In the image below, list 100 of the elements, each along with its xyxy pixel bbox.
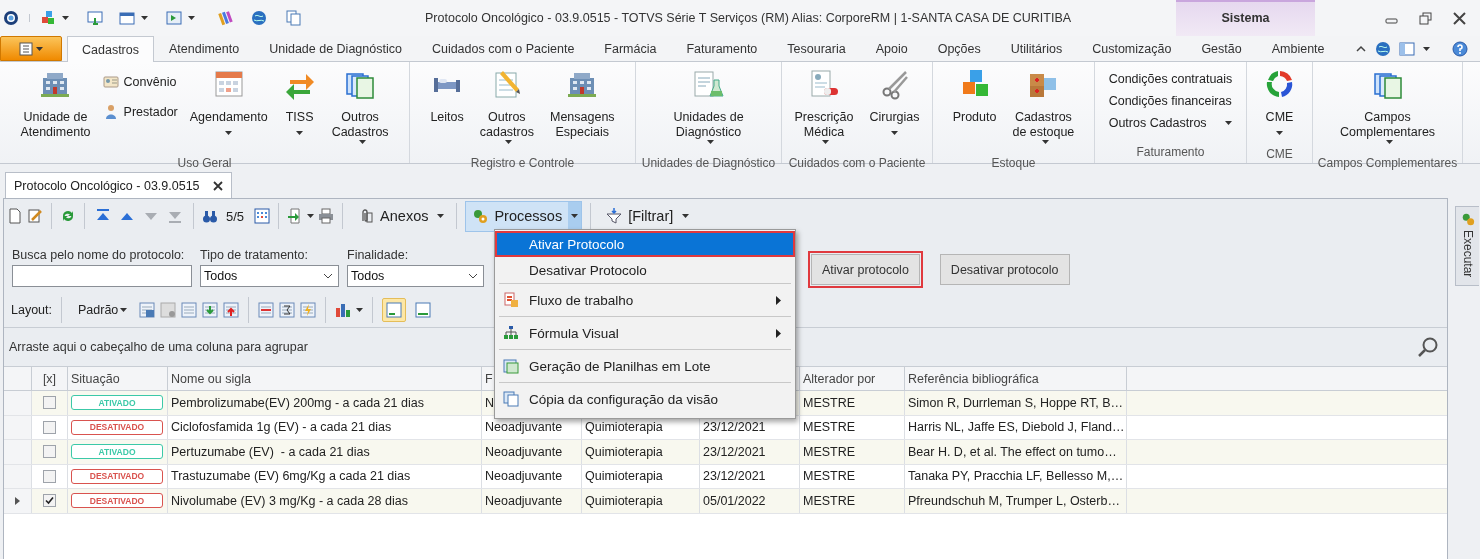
dropdown-field[interactable]: Todos: [200, 265, 339, 287]
toolbar-button[interactable]: Anexos: [351, 200, 449, 232]
menu-item[interactable]: Fórmula Visual: [495, 317, 795, 349]
close-icon[interactable]: [212, 180, 223, 191]
globe-icon[interactable]: [1375, 40, 1391, 57]
caret-icon[interactable]: [296, 131, 304, 135]
globe-icon[interactable]: [251, 10, 267, 26]
bar-chart-icon[interactable]: [335, 302, 352, 318]
caret-icon[interactable]: [1423, 46, 1430, 51]
grid-view-icon[interactable]: [386, 302, 403, 318]
ribbon-button[interactable]: Condições contratuais: [1108, 72, 1233, 86]
checkbox[interactable]: [43, 445, 56, 459]
menu-item[interactable]: Fluxo de trabalho: [495, 284, 795, 316]
caret-icon[interactable]: [225, 131, 233, 135]
ribbon-button[interactable]: Campos Complementares: [1335, 66, 1440, 156]
caret-icon[interactable]: [141, 16, 148, 20]
window-icon[interactable]: [119, 10, 135, 26]
ribbon-tab[interactable]: Tesouraria: [772, 36, 861, 61]
caret-icon[interactable]: [1041, 140, 1049, 144]
document-tab[interactable]: Protocolo Oncológico - 03.9.0515: [5, 172, 232, 198]
ribbon-tab[interactable]: Ambiente: [1256, 36, 1340, 61]
ribbon-button[interactable]: Outros Cadastros: [1108, 116, 1233, 130]
ribbon-button[interactable]: Convênio: [102, 74, 178, 90]
caret-icon[interactable]: [356, 308, 364, 312]
close-icon[interactable]: [1453, 11, 1466, 25]
row-header-cell[interactable]: [4, 415, 32, 439]
ribbon-tab[interactable]: Atendimento: [154, 36, 255, 61]
row-header-cell[interactable]: [4, 440, 32, 464]
layout-icon[interactable]: [1399, 41, 1415, 56]
binoculars-icon[interactable]: [202, 208, 218, 224]
caret-icon[interactable]: [358, 140, 366, 144]
dock-tab[interactable]: Executar: [1455, 206, 1479, 287]
column-header[interactable]: Alterador por: [800, 367, 905, 390]
ribbon-button[interactable]: Prescrição Médica: [790, 66, 858, 156]
ribbon-tab[interactable]: Apoio: [860, 36, 923, 61]
caret-icon[interactable]: [891, 131, 898, 135]
refresh-icon[interactable]: [60, 208, 76, 224]
caret-icon[interactable]: [1225, 121, 1233, 125]
search-field[interactable]: [12, 265, 192, 287]
ribbon-button[interactable]: Cirurgias: [865, 66, 924, 156]
column-header[interactable]: [x]: [32, 367, 68, 390]
ribbon-button[interactable]: Mensagens Especiais: [545, 66, 619, 156]
import-icon[interactable]: [202, 302, 219, 318]
caret-icon[interactable]: [62, 16, 69, 20]
ribbon-button[interactable]: Cadastros de estoque: [1008, 66, 1079, 156]
export-icon[interactable]: [166, 10, 182, 26]
menu-item[interactable]: Desativar Protocolo: [495, 257, 795, 283]
ribbon-button[interactable]: Outros cadastros: [475, 66, 538, 156]
ribbon-tab[interactable]: Utilitários: [995, 36, 1078, 61]
ribbon-button[interactable]: Agendamento: [185, 66, 272, 156]
ribbon-button[interactable]: Condições financeiras: [1108, 94, 1233, 108]
checkbox[interactable]: [43, 469, 56, 483]
column-header[interactable]: Referência bibliográfica: [905, 367, 1127, 390]
ribbon-tab[interactable]: Farmácia: [589, 36, 672, 61]
caret-icon[interactable]: [822, 140, 830, 144]
ribbon-button[interactable]: Produto: [948, 66, 1001, 156]
ribbon-tab[interactable]: Opções: [922, 36, 996, 61]
sum-icon[interactable]: [279, 302, 296, 318]
ribbon-tab[interactable]: Faturamento: [671, 36, 773, 61]
save-layout-icon[interactable]: [139, 302, 156, 318]
edit-icon[interactable]: [27, 208, 43, 224]
filter-rows-icon[interactable]: [258, 302, 275, 318]
monitor-icon[interactable]: [87, 10, 103, 26]
layout-dropdown[interactable]: Padrão: [71, 298, 135, 322]
ribbon-button[interactable]: TISS: [279, 66, 320, 156]
layout-icon[interactable]: [160, 302, 177, 318]
ribbon-tab[interactable]: Cuidados com o Paciente: [416, 36, 590, 61]
print-icon[interactable]: [318, 208, 335, 224]
caret-icon[interactable]: [1386, 140, 1393, 144]
ribbon-button[interactable]: Unidades de Diagnóstico: [669, 66, 748, 156]
action-button[interactable]: Ativar protocolo: [808, 251, 923, 288]
caret-icon[interactable]: [1276, 131, 1283, 135]
checkbox[interactable]: [43, 494, 56, 508]
dropdown-field[interactable]: Todos: [347, 265, 484, 287]
help-icon[interactable]: [1452, 40, 1468, 57]
caret-icon[interactable]: [707, 140, 714, 144]
restore-icon[interactable]: [1419, 11, 1432, 25]
ribbon-button[interactable]: Prestador: [102, 104, 178, 120]
copy-icon[interactable]: [285, 10, 301, 26]
checkbox[interactable]: [43, 420, 56, 434]
palette-icon[interactable]: [217, 10, 233, 26]
caret-icon[interactable]: [505, 140, 513, 144]
upload-icon[interactable]: [223, 302, 240, 318]
ribbon-button[interactable]: Outros Cadastros: [327, 66, 393, 156]
ribbon-tab[interactable]: Cadastros: [67, 36, 154, 62]
ribbon-button[interactable]: Unidade de Atendimento: [16, 66, 95, 156]
toolbar-button[interactable]: Processos: [465, 200, 583, 232]
row-header-cell[interactable]: [4, 489, 32, 513]
search-icon[interactable]: [1417, 336, 1439, 358]
ribbon-tab[interactable]: Customização: [1077, 36, 1187, 61]
ribbon-tab[interactable]: Gestão: [1186, 36, 1257, 61]
ribbon-button[interactable]: Leitos: [426, 66, 468, 156]
grid-lines-icon[interactable]: [415, 302, 432, 318]
menu-item[interactable]: Ativar Protocolo: [495, 231, 795, 257]
cubes-icon[interactable]: [40, 10, 56, 26]
app-logo-icon[interactable]: [3, 10, 19, 26]
grid-icon[interactable]: [254, 208, 271, 224]
app-menu-button[interactable]: [0, 36, 62, 61]
row-header-cell[interactable]: [4, 391, 32, 415]
ribbon-tab[interactable]: Unidade de Diagnóstico: [254, 36, 417, 61]
